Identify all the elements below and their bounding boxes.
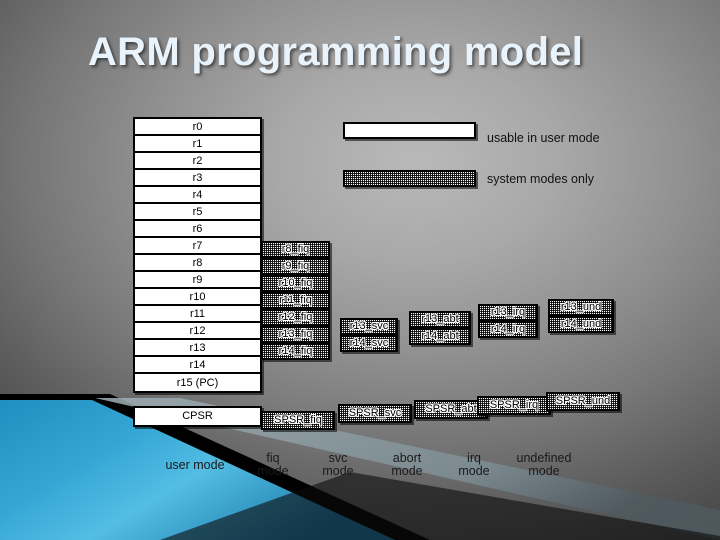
status-register-label: CPSR [182, 410, 213, 422]
mode-caption-fiq: fiq mode [257, 451, 289, 478]
banked-register-label: r8_fiq [281, 243, 310, 255]
banked-register-r13-svc: r13_svc [340, 318, 398, 335]
banked-register-r13-irq: r13_irq [478, 304, 538, 321]
decorative-corner-ribbons [0, 394, 720, 540]
banked-register-label: r12_fiq [278, 311, 313, 323]
legend-label-user-mode: usable in user mode [487, 131, 600, 145]
status-register-label: SPSR_und [555, 395, 611, 407]
register-cell: r9 [135, 272, 260, 289]
banked-register-r12-fiq: r12_fiq [261, 309, 330, 326]
register-cell: r14 [135, 357, 260, 374]
page-title: ARM programming model [88, 30, 584, 74]
banked-register-label: r14_svc [349, 337, 389, 349]
register-cell: r11 [135, 306, 260, 323]
banked-register-r14-und: r14_und [548, 316, 614, 333]
mode-caption-svc: svc mode [322, 451, 354, 478]
register-cell: r5 [135, 204, 260, 221]
banked-register-label: r13_und [560, 301, 602, 313]
mode-caption-abort: abort mode [391, 451, 423, 478]
legend-swatch-user-mode [343, 122, 476, 139]
status-register-spsr-irq: SPSR_irq [477, 396, 551, 415]
banked-register-r14-irq: r14_irq [478, 321, 538, 338]
banked-register-label: r14_irq [490, 323, 526, 335]
register-cell: r15 (PC) [135, 374, 260, 391]
status-register-spsr-fiq: SPSR_fiq [261, 411, 335, 430]
banked-register-r13-und: r13_und [548, 299, 614, 316]
banked-register-label: r13_irq [490, 306, 526, 318]
user-register-file: r0 r1 r2 r3 r4 r5 r6 r7 r8 r9 r10 r11 r1… [133, 117, 262, 393]
register-cell: r7 [135, 238, 260, 255]
register-cell: r2 [135, 153, 260, 170]
banked-register-label: r14_und [560, 318, 602, 330]
register-cell: r12 [135, 323, 260, 340]
banked-register-label: r11_fiq [279, 294, 312, 306]
banked-register-r13-fiq: r13_fiq [261, 326, 330, 343]
status-register-label: SPSR_irq [489, 399, 539, 411]
mode-caption-undefined: undefined mode [516, 451, 572, 478]
banked-register-label: r10_fiq [278, 277, 313, 289]
banked-register-label: r14_abt [421, 330, 459, 342]
banked-register-r14-fiq: r14_fiq [261, 343, 330, 360]
register-cell: r10 [135, 289, 260, 306]
status-register-label: SPSR_fiq [274, 414, 322, 426]
register-cell: r0 [135, 119, 260, 136]
banked-register-label: r9_fiq [281, 260, 310, 272]
status-register-spsr-svc: SPSR_svc [338, 404, 412, 423]
register-cell: r1 [135, 136, 260, 153]
mode-caption-irq: irq mode [458, 451, 490, 478]
banked-register-r8-fiq: r8_fiq [261, 241, 330, 258]
register-cell: r8 [135, 255, 260, 272]
banked-register-label: r13_svc [349, 320, 389, 332]
banked-register-r10-fiq: r10_fiq [261, 275, 330, 292]
banked-register-r9-fiq: r9_fiq [261, 258, 330, 275]
status-register-label: SPSR_abt [425, 403, 477, 415]
register-cell: r13 [135, 340, 260, 357]
banked-register-label: r14_fiq [278, 345, 313, 357]
legend-swatch-system-modes [343, 170, 476, 187]
banked-register-r11-fiq: r11_fiq [261, 292, 330, 309]
banked-register-r13-abt: r13_abt [409, 311, 471, 328]
legend-label-system-modes: system modes only [487, 172, 594, 186]
register-cell: r6 [135, 221, 260, 238]
status-register-label: SPSR_svc [348, 407, 402, 419]
status-register-cpsr: CPSR [133, 406, 262, 427]
register-cell: r4 [135, 187, 260, 204]
status-register-spsr-und: SPSR_und [546, 392, 620, 411]
banked-register-label: r13_fiq [278, 328, 313, 340]
banked-register-r14-svc: r14_svc [340, 335, 398, 352]
mode-caption-user: user mode [165, 458, 225, 472]
register-cell: r3 [135, 170, 260, 187]
banked-register-r14-abt: r14_abt [409, 328, 471, 345]
banked-register-label: r13_abt [421, 313, 459, 325]
slide-canvas: ARM programming model r0 r1 r2 r3 r4 r5 … [0, 0, 720, 540]
